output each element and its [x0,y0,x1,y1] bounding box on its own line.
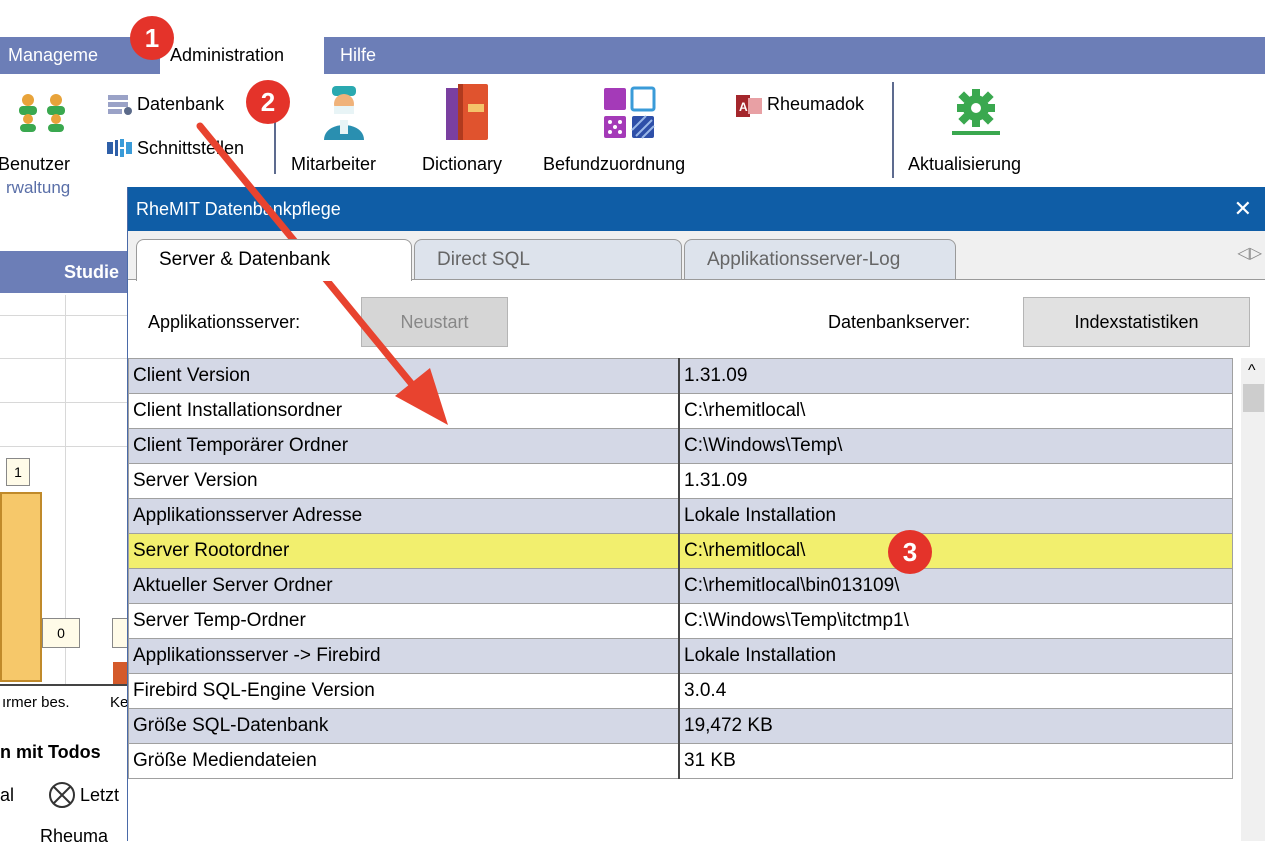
tab-server-datenbank[interactable]: Server & Datenbank [136,239,412,281]
marker-1: 1 [130,16,174,60]
marker-3: 3 [888,530,932,574]
annotation-arrow [196,122,448,425]
marker-2: 2 [246,80,290,124]
